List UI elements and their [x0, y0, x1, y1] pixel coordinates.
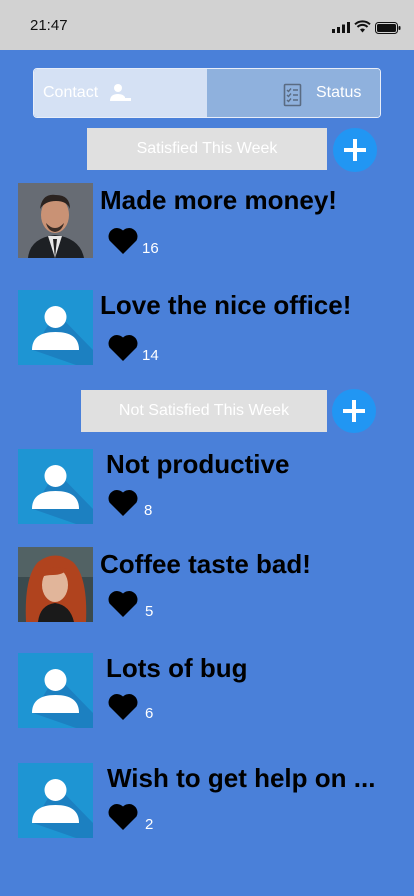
add-not-satisfied-button[interactable]	[332, 389, 376, 433]
signal-icon	[332, 22, 350, 33]
list-item[interactable]: Made more money! 16	[18, 183, 398, 263]
like-count: 6	[145, 705, 154, 722]
user-icon	[18, 290, 93, 365]
tab-status-label: Status	[316, 84, 362, 101]
heart-icon[interactable]	[106, 332, 140, 362]
avatar-default	[18, 449, 93, 524]
satisfied-section-header: Satisfied This Week	[87, 128, 327, 170]
status-time: 21:47	[30, 17, 68, 34]
checklist-icon	[283, 83, 302, 107]
wifi-icon	[354, 20, 371, 33]
tab-bar: Contact Status	[33, 68, 381, 118]
heart-icon[interactable]	[106, 487, 140, 517]
avatar-default	[18, 763, 93, 838]
avatar-photo	[18, 183, 93, 258]
avatar-default	[18, 653, 93, 728]
like-count: 5	[145, 603, 154, 620]
item-title: Made more money!	[100, 185, 337, 215]
like-count: 16	[142, 240, 159, 257]
avatar-default	[18, 290, 93, 365]
tab-contact[interactable]: Contact	[34, 69, 207, 117]
heart-icon[interactable]	[106, 691, 140, 721]
user-icon	[18, 449, 93, 524]
avatar-photo	[18, 547, 93, 622]
contact-icon	[110, 84, 131, 101]
item-title: Not productive	[106, 449, 290, 479]
item-title: Wish to get help on ...	[107, 763, 376, 793]
list-item[interactable]: Lots of bug 6	[18, 653, 398, 733]
not-satisfied-section-header: Not Satisfied This Week	[81, 390, 327, 432]
tab-contact-label: Contact	[43, 84, 99, 101]
item-title: Coffee taste bad!	[100, 549, 311, 579]
list-item[interactable]: Love the nice office! 14	[18, 290, 398, 370]
tab-status[interactable]: Status	[207, 69, 380, 117]
not-satisfied-header-label: Not Satisfied This Week	[118, 402, 290, 419]
status-bar: 21:47	[0, 0, 414, 50]
plus-icon	[344, 139, 366, 161]
like-count: 14	[142, 347, 159, 364]
heart-icon[interactable]	[106, 225, 140, 255]
user-icon	[18, 653, 93, 728]
satisfied-header-label: Satisfied This Week	[136, 140, 278, 157]
plus-icon	[343, 400, 365, 422]
item-title: Love the nice office!	[100, 290, 352, 320]
like-count: 2	[145, 816, 154, 833]
list-item[interactable]: Coffee taste bad! 5	[18, 547, 398, 627]
list-item[interactable]: Not productive 8	[18, 449, 398, 529]
heart-icon[interactable]	[106, 588, 140, 618]
heart-icon[interactable]	[106, 801, 140, 831]
battery-icon	[375, 22, 401, 34]
add-satisfied-button[interactable]	[333, 128, 377, 172]
item-title: Lots of bug	[106, 653, 248, 683]
like-count: 8	[144, 502, 153, 519]
user-icon	[18, 763, 93, 838]
list-item[interactable]: Wish to get help on ... 2	[18, 763, 398, 843]
